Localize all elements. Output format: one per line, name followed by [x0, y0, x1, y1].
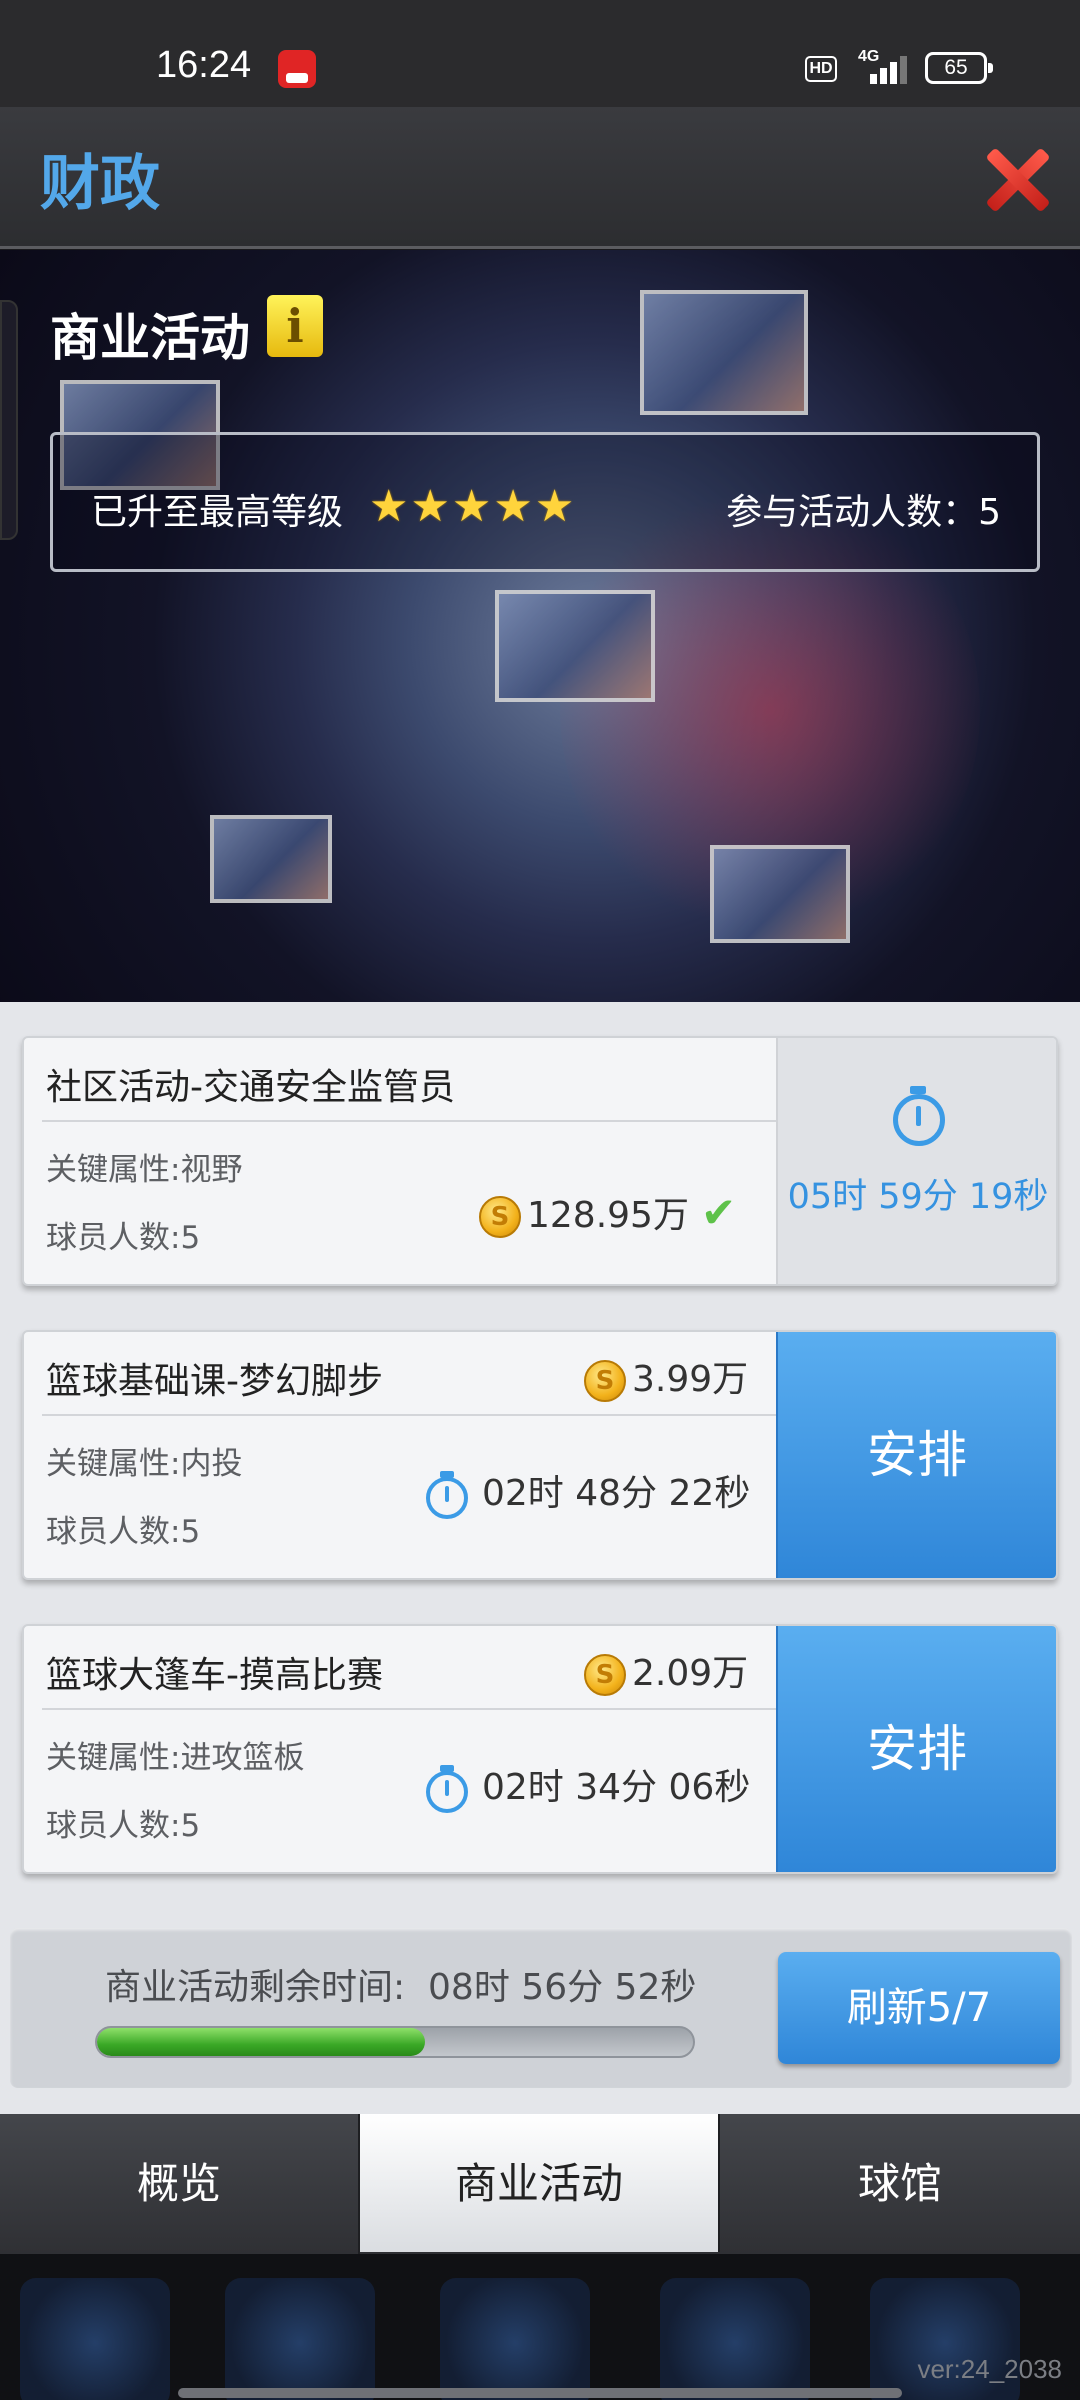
dock-icon[interactable] [20, 2278, 170, 2400]
reward-amount: 2.09万 [632, 1653, 749, 1694]
remaining-value: 08时 56分 52秒 [428, 1967, 697, 2008]
activity-attribute: 关键属性:视野 [46, 1152, 243, 1188]
remaining-panel: 商业活动剩余时间: 08时 56分 52秒 刷新5/7 [10, 1928, 1072, 2088]
reward-amount: 3.99万 [632, 1359, 749, 1400]
activity-name: 篮球大篷车-摸高比赛 [46, 1655, 383, 1696]
refresh-button[interactable]: 刷新5/7 [778, 1952, 1060, 2064]
remaining-progress-bar [95, 2026, 695, 2058]
activity-duration: 02时 34分 06秒 [426, 1758, 750, 1813]
battery-level: 65 [944, 56, 968, 79]
tab-business[interactable]: 商业活动 [360, 2114, 720, 2252]
star-icon: ★ [451, 481, 492, 532]
signal-icon [864, 52, 910, 84]
dock-icon[interactable] [660, 2278, 810, 2400]
activity-attribute: 关键属性:内投 [46, 1446, 243, 1482]
tab-overview[interactable]: 概览 [0, 2114, 360, 2254]
banner-photo [495, 590, 655, 702]
duration-text: 02时 48分 22秒 [482, 1473, 751, 1514]
countdown-panel: 05时 59分 19秒 [776, 1038, 1056, 1284]
dock-icon[interactable] [225, 2278, 375, 2400]
activity-reward: S 2.09万 [584, 1644, 748, 1696]
banner-photo [640, 290, 808, 415]
star-icon: ★ [369, 481, 409, 532]
banner: 商业活动 i 已升至最高等级 ★★★★★ 参与活动人数：5 [0, 250, 1080, 1002]
status-bar: 16:24 HD 4G 65 [0, 0, 1080, 107]
activity-players: 球员人数:5 [46, 1514, 201, 1550]
stopwatch-icon [426, 1765, 468, 1813]
divider [42, 1414, 784, 1416]
countdown-time: 05时 59分 19秒 [787, 1177, 1049, 1217]
activity-name: 篮球基础课-梦幻脚步 [46, 1361, 383, 1402]
activity-list: 社区活动-交通安全监管员 关键属性:视野 球员人数:5 S 128.95万 ✔ 05… [0, 1002, 1080, 2114]
star-icon: ★ [410, 481, 450, 532]
tab-arena[interactable]: 球馆 [720, 2114, 1080, 2254]
progress-fill [97, 2028, 425, 2056]
banner-photo [710, 845, 850, 943]
activity-card: 社区活动-交通安全监管员 关键属性:视野 球员人数:5 S 128.95万 ✔ 05… [22, 1036, 1058, 1286]
dock-icon[interactable] [440, 2278, 590, 2400]
title-bar: 财政 [0, 107, 1080, 249]
stopwatch-icon [426, 1471, 468, 1519]
banner-photo [210, 815, 332, 903]
info-icon[interactable]: i [267, 295, 323, 357]
level-text: 已升至最高等级 [91, 492, 344, 533]
reward-amount: 128.95万 [527, 1195, 689, 1236]
clock: 16:24 [156, 44, 252, 86]
activity-players: 球员人数:5 [46, 1808, 201, 1844]
activity-reward: S 3.99万 [584, 1350, 748, 1402]
home-indicator[interactable] [178, 2388, 902, 2398]
close-button[interactable] [982, 145, 1052, 215]
side-handle[interactable] [0, 300, 18, 540]
arrange-button[interactable]: 安排 [776, 1332, 1056, 1578]
coin-icon: S [584, 1654, 626, 1696]
activity-players: 球员人数:5 [46, 1220, 201, 1256]
divider [42, 1120, 784, 1122]
battery-icon: 65 [925, 52, 993, 84]
star-rating: ★★★★★ [369, 481, 576, 532]
activity-card: 篮球大篷车-摸高比赛 S 2.09万 关键属性:进攻篮板 球员人数:5 02时 3… [22, 1624, 1058, 1874]
check-icon: ✔ [700, 1188, 737, 1237]
coin-icon: S [479, 1196, 521, 1238]
coin-icon: S [584, 1360, 626, 1402]
hd-icon: HD [805, 56, 837, 82]
activity-card: 篮球基础课-梦幻脚步 S 3.99万 关键属性:内投 球员人数:5 02时 48分… [22, 1330, 1058, 1580]
participants-count: 参与活动人数：5 [726, 492, 1001, 533]
activity-duration: 02时 48分 22秒 [426, 1464, 750, 1519]
remaining-label: 商业活动剩余时间: [105, 1967, 406, 2008]
divider [42, 1708, 784, 1710]
version-label: ver:24_2038 [917, 2354, 1062, 2384]
remaining-time: 商业活动剩余时间: 08时 56分 52秒 [105, 1958, 696, 2010]
activity-name: 社区活动-交通安全监管员 [46, 1067, 455, 1108]
page-title: 财政 [40, 149, 160, 219]
star-icon: ★ [493, 481, 533, 532]
arrange-button[interactable]: 安排 [776, 1626, 1056, 1872]
section-title: 商业活动 [50, 309, 250, 367]
stopwatch-icon [893, 1086, 945, 1146]
activity-attribute: 关键属性:进攻篮板 [46, 1740, 305, 1776]
bottom-dock: ver:24_2038 [0, 2254, 1080, 2400]
level-box: 已升至最高等级 ★★★★★ 参与活动人数：5 [50, 432, 1040, 572]
duration-text: 02时 34分 06秒 [482, 1767, 751, 1808]
activity-reward: S 128.95万 ✔ [479, 1186, 736, 1238]
notification-app-icon [278, 50, 316, 88]
star-icon: ★ [534, 481, 575, 532]
tab-bar: 概览 商业活动 球馆 [0, 2114, 1080, 2254]
